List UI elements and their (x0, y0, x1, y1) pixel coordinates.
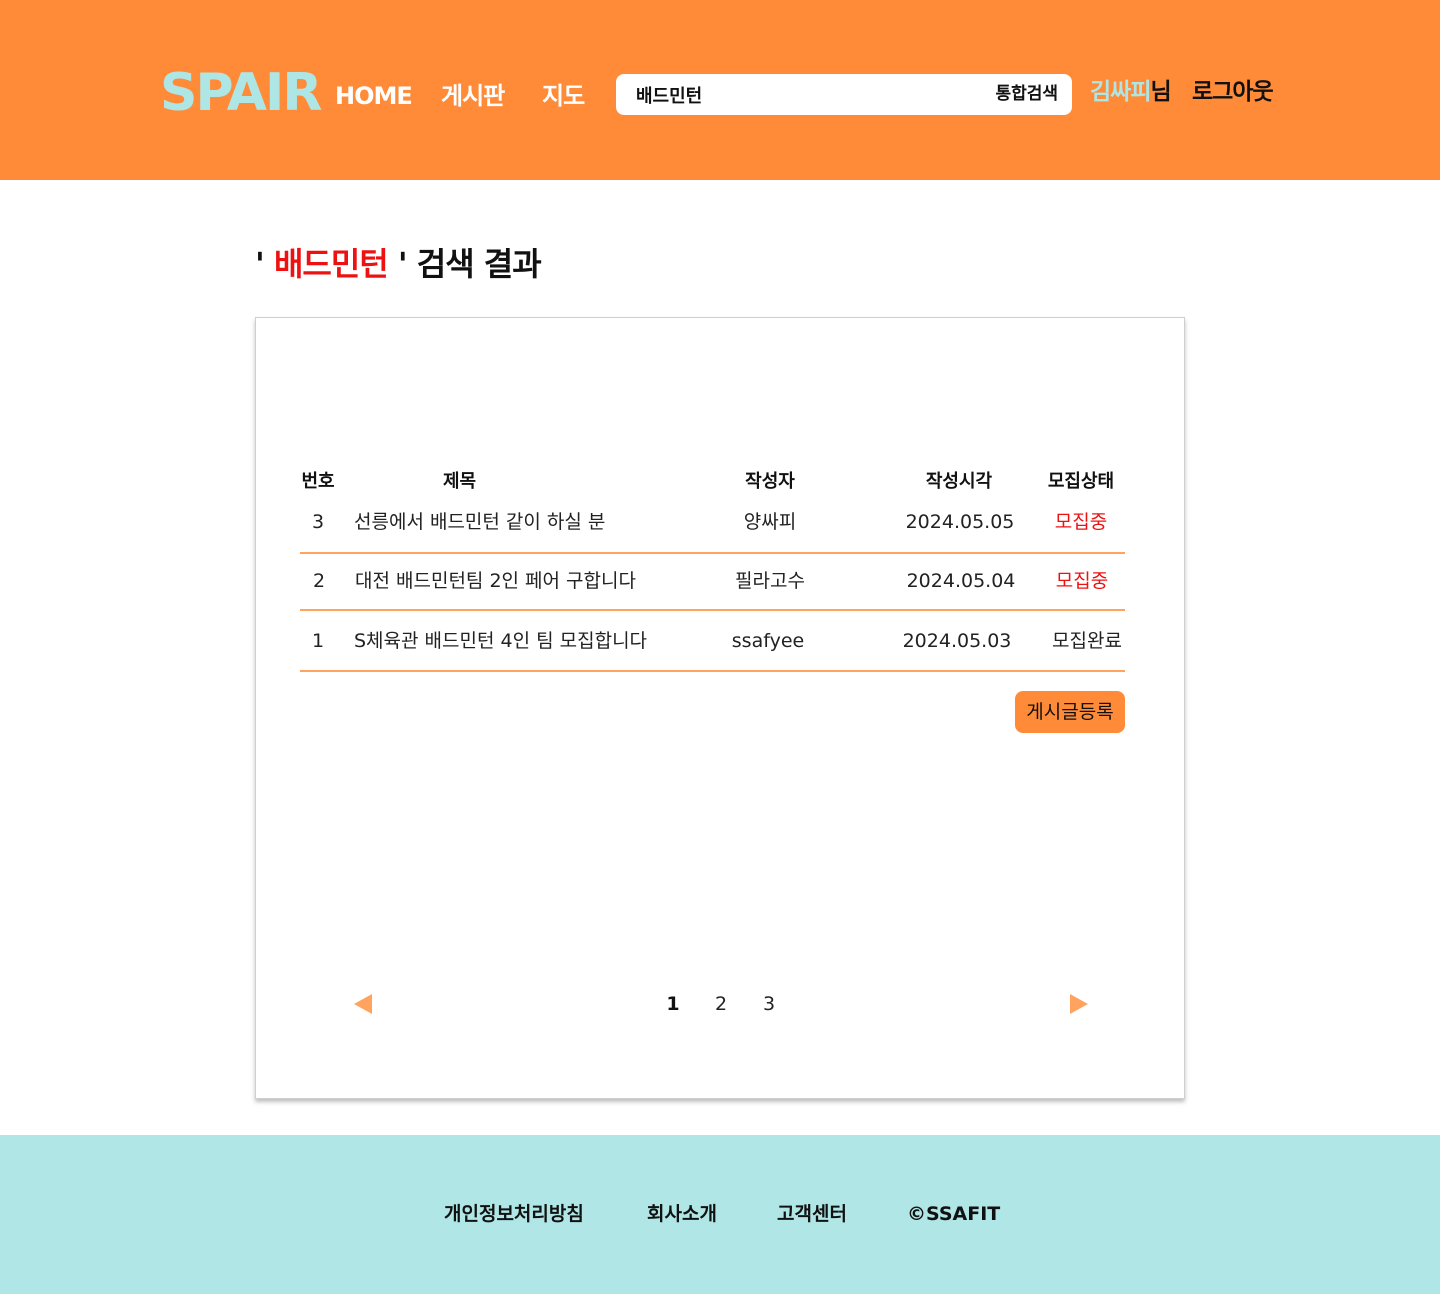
search-input[interactable] (636, 80, 966, 109)
logout-button[interactable]: 로그아웃 (1192, 76, 1274, 108)
page-number[interactable]: 1 (661, 990, 685, 1018)
prev-page-arrow-icon[interactable] (354, 994, 372, 1014)
footer-privacy-link[interactable]: 개인정보처리방침 (444, 1200, 584, 1228)
next-page-arrow-icon[interactable] (1070, 994, 1088, 1014)
row-status: 모집중 (1054, 511, 1108, 533)
row-num: 2 (312, 570, 326, 592)
site-logo[interactable]: SPAIR (160, 66, 322, 120)
row-author: ssafyee (731, 630, 805, 652)
search-bar: 통합검색 (616, 74, 1072, 115)
page-number[interactable]: 2 (709, 990, 733, 1018)
row-num: 3 (311, 511, 325, 533)
row-num: 1 (311, 630, 325, 652)
row-date: 2024.05.04 (906, 570, 1016, 592)
header-author: 작성자 (745, 471, 795, 492)
row-date: 2024.05.03 (902, 630, 1012, 652)
user-greeting: 김싸피님 (1090, 76, 1172, 108)
row-divider (300, 609, 1125, 611)
page-number[interactable]: 3 (757, 990, 781, 1018)
nav-map-link[interactable]: 지도 (542, 80, 585, 112)
footer-copyright: ©SSAFIT (907, 1203, 1001, 1225)
footer-support-link[interactable]: 고객센터 (777, 1200, 847, 1228)
quote-open: ' (255, 245, 274, 283)
row-author: 양싸피 (743, 511, 797, 533)
nav-board-link[interactable]: 게시판 (441, 80, 505, 112)
row-status: 모집중 (1055, 570, 1109, 592)
write-post-button[interactable]: 게시글등록 (1015, 691, 1125, 733)
search-result-title: ' 배드민턴 ' 검색 결과 (255, 242, 542, 286)
nav-home-link[interactable]: HOME (335, 80, 413, 112)
row-title[interactable]: S체육관 배드민턴 4인 팀 모집합니다 (354, 627, 647, 655)
user-suffix: 님 (1150, 79, 1171, 105)
row-status: 모집완료 (1052, 630, 1122, 652)
header-status: 모집상태 (1047, 471, 1115, 492)
row-date: 2024.05.05 (905, 511, 1015, 533)
header-num: 번호 (301, 471, 335, 492)
search-keyword: 배드민턴 (273, 245, 389, 283)
row-title[interactable]: 선릉에서 배드민턴 같이 하실 분 (354, 508, 605, 536)
header-title: 제목 (443, 471, 477, 492)
row-author: 필라고수 (735, 570, 805, 592)
user-name[interactable]: 김싸피 (1090, 79, 1151, 105)
row-divider (300, 670, 1125, 672)
search-button[interactable]: 통합검색 (995, 82, 1058, 106)
footer-about-link[interactable]: 회사소개 (647, 1200, 717, 1228)
site-footer (0, 1135, 1440, 1294)
row-title[interactable]: 대전 배드민턴팀 2인 페어 구합니다 (355, 567, 636, 595)
header-time: 작성시각 (925, 471, 993, 492)
result-title-suffix: ' 검색 결과 (387, 245, 542, 283)
